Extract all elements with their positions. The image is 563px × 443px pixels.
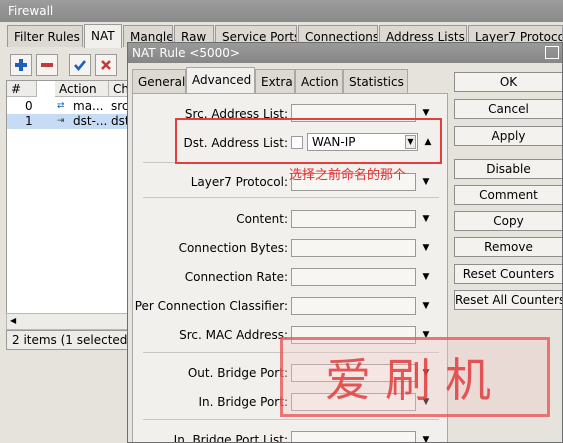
connection-rate-field[interactable] (291, 268, 416, 286)
connection-bytes-label: Connection Bytes: (178, 241, 288, 255)
plus-icon (15, 59, 27, 71)
cancel-button[interactable]: Cancel (454, 99, 562, 119)
dialog-title: NAT Rule <5000> (128, 43, 562, 63)
tab-general[interactable]: General (132, 69, 186, 93)
firewall-title: Firewall (0, 0, 563, 22)
column-header-action[interactable]: Action (55, 81, 109, 97)
in-bridge-port-list-field[interactable] (291, 431, 416, 442)
horizontal-scrollbar[interactable]: ◀ (6, 313, 134, 330)
content-field[interactable] (291, 210, 416, 228)
add-button[interactable] (10, 54, 32, 76)
remove-button[interactable] (36, 54, 58, 76)
tab-action[interactable]: Action (295, 69, 343, 93)
dropdown-icon[interactable]: ▼ (420, 431, 432, 442)
per-connection-classifier-label: Per Connection Classifier: (134, 299, 288, 313)
src-mac-address-label: Src. MAC Address: (179, 328, 288, 342)
connection-bytes-field[interactable] (291, 239, 416, 257)
dropdown-icon[interactable]: ▼ (420, 297, 432, 315)
tab-advanced[interactable]: Advanced (186, 67, 255, 93)
annotation-text: 选择之前命名的那个 (289, 168, 407, 183)
copy-button[interactable]: Copy (454, 211, 562, 231)
nat-rules-list[interactable]: # Action Ch 0 ⇄ ma... src 1 ⇥ dst-... ds… (6, 80, 134, 330)
row-number: 0 (25, 99, 33, 113)
maximize-icon[interactable] (545, 46, 559, 59)
disable-button[interactable] (95, 54, 117, 76)
check-icon (74, 60, 87, 72)
row-action: ma... (73, 99, 104, 113)
connection-rate-label: Connection Rate: (184, 270, 288, 284)
tab-statistics[interactable]: Statistics (343, 69, 408, 93)
enable-button[interactable] (69, 54, 91, 76)
scroll-left-icon[interactable]: ◀ (10, 316, 16, 325)
row-number: 1 (25, 114, 33, 128)
in-bridge-port-label: In. Bridge Port: (198, 395, 288, 409)
ok-button[interactable]: OK (454, 72, 562, 92)
row-action: dst-... (73, 114, 107, 128)
minus-icon (41, 63, 53, 67)
divider (143, 419, 439, 420)
tab-filter-rules[interactable]: Filter Rules (7, 25, 83, 47)
layer7-protocol-label: Layer7 Protocol: (190, 175, 288, 189)
content-label: Content: (236, 212, 288, 226)
dropdown-icon[interactable]: ▼ (420, 268, 432, 286)
nat-rule-icon: ⇄ (57, 101, 65, 111)
nat-rule-icon: ⇥ (57, 116, 65, 126)
dropdown-icon[interactable]: ▼ (420, 210, 432, 228)
tab-extra[interactable]: Extra (255, 69, 295, 93)
per-connection-classifier-field[interactable] (291, 297, 416, 315)
dropdown-icon[interactable]: ▼ (420, 239, 432, 257)
table-row[interactable]: 0 ⇄ ma... src (7, 99, 133, 114)
comment-button[interactable]: Comment (454, 185, 562, 205)
dropdown-icon[interactable]: ▼ (420, 173, 432, 191)
annotation-highlight-box (175, 118, 442, 164)
tab-nat[interactable]: NAT (84, 24, 122, 48)
reset-all-counters-button[interactable]: Reset All Counters (454, 290, 562, 310)
reset-counters-button[interactable]: Reset Counters (454, 264, 562, 284)
cross-icon (101, 60, 111, 70)
table-row[interactable]: 1 ⇥ dst-... dst (7, 114, 133, 129)
in-bridge-port-list-label: In. Bridge Port List: (173, 433, 288, 443)
disable-button[interactable]: Disable (454, 159, 562, 179)
status-bar: 2 items (1 selected) (6, 330, 134, 350)
remove-button[interactable]: Remove (454, 237, 562, 257)
watermark-stamp: 爱刷机 (280, 337, 550, 417)
out-bridge-port-label: Out. Bridge Port: (187, 366, 288, 380)
apply-button[interactable]: Apply (454, 126, 562, 146)
column-header-number[interactable]: # (7, 81, 37, 97)
watermark-text: 爱刷机 (325, 353, 505, 407)
divider (143, 197, 439, 198)
